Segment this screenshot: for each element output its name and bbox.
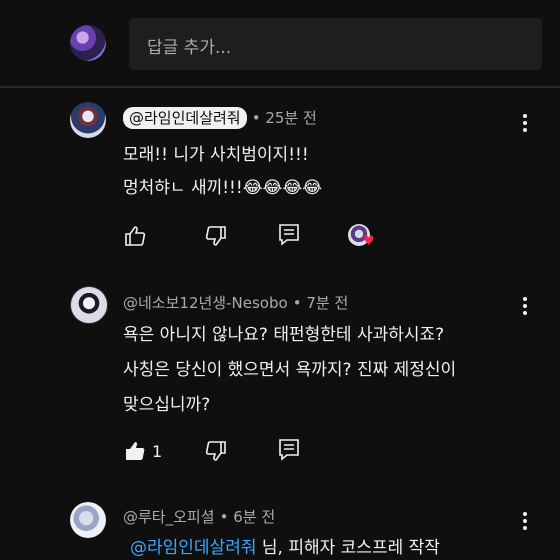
more-vertical-icon[interactable] [515, 294, 535, 318]
comment-time: • 25분 전 [251, 109, 317, 127]
like-count: 1 [152, 442, 163, 461]
comment-text-line: 사칭은 당신이 했으면서 욕까지? 진짜 제정신이 [123, 360, 457, 380]
comment-time: • 6분 전 [219, 508, 276, 526]
comment-author[interactable]: @라임인데살려줘 [123, 107, 247, 129]
comment-author[interactable]: @네소보12년생-Nesobo [123, 294, 288, 312]
avatar[interactable] [70, 502, 106, 538]
thumbs-up-icon[interactable] [123, 224, 147, 248]
comment-time: • 7분 전 [292, 294, 349, 312]
comment-text-line: 모래!! 니가 사치범이지!!! [123, 145, 309, 165]
comment-text-line: @라임인데살려줘 님, 피해자 코스프레 작작 [130, 538, 440, 558]
mention-link[interactable]: @라임인데살려줘 [130, 538, 256, 558]
reply-icon[interactable] [278, 438, 300, 462]
comment-text-line: 멍처햐ㄴ 새끼!!!😂😂😂😂 [123, 178, 323, 198]
comment-text-line: 욕은 아니지 않나요? 태펀형한테 사과하시죠? [123, 325, 445, 345]
reply-input-placeholder: 답글 추가... [147, 38, 232, 58]
comment-author[interactable]: @루타_오피셜 [123, 508, 215, 526]
thumbs-down-icon[interactable] [204, 439, 228, 463]
more-vertical-icon[interactable] [515, 509, 535, 533]
thumbs-up-icon[interactable] [123, 439, 147, 463]
avatar[interactable] [70, 102, 106, 138]
comment-header: @라임인데살려줘 • 25분 전 [123, 107, 317, 129]
comment-text: 님, 피해자 코스프레 작작 [261, 538, 440, 558]
current-user-avatar [70, 25, 106, 61]
avatar[interactable] [70, 286, 108, 324]
reply-icon[interactable] [278, 223, 300, 247]
heart-icon: ♥ [363, 234, 375, 249]
comment-header: @네소보12년생-Nesobo • 7분 전 [123, 292, 348, 313]
comment-header: @루타_오피셜 • 6분 전 [123, 506, 275, 527]
divider [0, 86, 560, 88]
comment-text-line: 맞으십니까? [123, 395, 211, 415]
thumbs-down-icon[interactable] [204, 224, 228, 248]
more-vertical-icon[interactable] [515, 111, 535, 135]
reply-input[interactable]: 답글 추가... [129, 18, 542, 70]
